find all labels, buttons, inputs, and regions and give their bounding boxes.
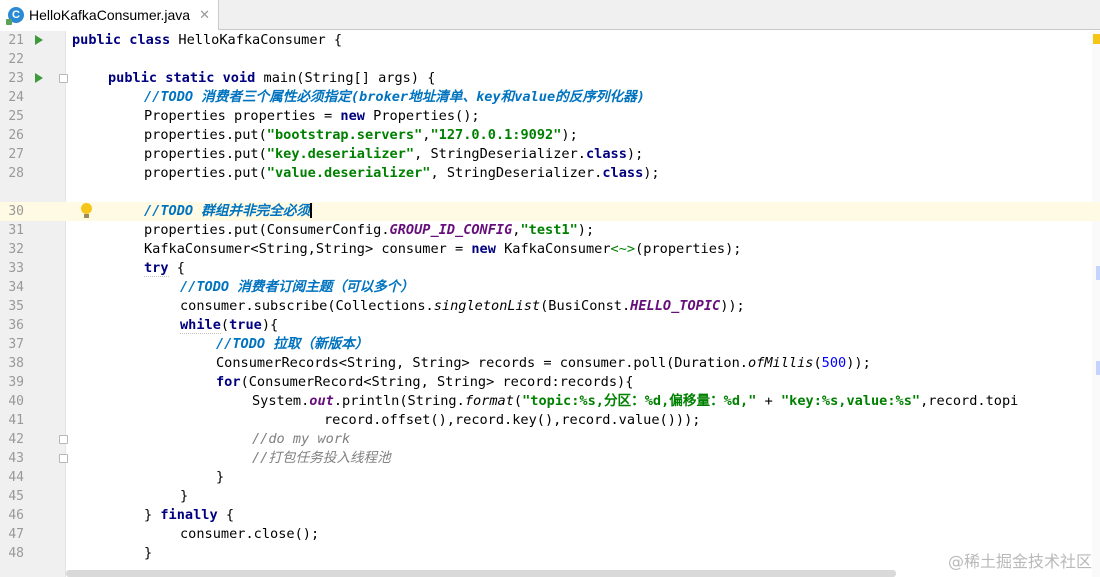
code-text: properties.put("bootstrap.servers","127.… xyxy=(144,127,578,143)
code-line[interactable]: 22 xyxy=(0,50,1100,69)
line-number: 30 xyxy=(8,204,24,219)
code-text: properties.put("key.deserializer", Strin… xyxy=(144,146,644,162)
tab-title: HelloKafkaConsumer.java xyxy=(29,7,191,23)
code-line[interactable]: 48 } xyxy=(0,544,1100,563)
current-code-line[interactable]: 30 //TODO 群组并非完全必须 xyxy=(0,202,1100,221)
comment: //打包任务投入线程池 xyxy=(252,450,391,466)
code-text: } xyxy=(180,488,189,504)
line-number: 23 xyxy=(8,71,24,86)
line-number: 44 xyxy=(8,470,24,485)
code-line[interactable]: 34 //TODO 消费者订阅主题（可以多个） xyxy=(0,278,1100,297)
code-line[interactable]: 36 while(true){ xyxy=(0,316,1100,335)
code-line[interactable]: 47 consumer.close(); xyxy=(0,525,1100,544)
line-number: 31 xyxy=(8,223,24,238)
code-line[interactable] xyxy=(0,183,1100,202)
code-text: consumer.close(); xyxy=(180,526,320,542)
line-number: 25 xyxy=(8,109,24,124)
watermark: @稀土掘金技术社区 xyxy=(947,552,1092,571)
code-text: } xyxy=(144,545,153,561)
code-text: } xyxy=(216,469,225,485)
code-line[interactable]: 31 properties.put(ConsumerConfig.GROUP_I… xyxy=(0,221,1100,240)
line-number: 26 xyxy=(8,128,24,143)
code-text: public class HelloKafkaConsumer { xyxy=(72,32,343,48)
code-line[interactable]: 32 KafkaConsumer<String,String> consumer… xyxy=(0,240,1100,259)
code-text: consumer.subscribe(Collections.singleton… xyxy=(180,298,745,314)
line-number: 41 xyxy=(8,413,24,428)
code-text: while(true){ xyxy=(180,317,279,334)
run-method-icon[interactable] xyxy=(35,73,43,83)
comment: //do my work xyxy=(252,431,351,447)
code-line[interactable]: 28 properties.put("value.deserializer", … xyxy=(0,164,1100,183)
code-text: System.out.println(String.format("topic:… xyxy=(252,393,1019,409)
todo-comment: //TODO 消费者三个属性必须指定(broker地址清单、key和value的… xyxy=(144,89,645,105)
code-line[interactable]: 44 } xyxy=(0,468,1100,487)
line-number: 43 xyxy=(8,451,24,466)
code-line[interactable]: 24 //TODO 消费者三个属性必须指定(broker地址清单、key和val… xyxy=(0,88,1100,107)
line-number: 27 xyxy=(8,147,24,162)
fold-icon[interactable] xyxy=(59,435,68,444)
line-number: 21 xyxy=(8,33,24,48)
code-text: try { xyxy=(144,260,185,277)
tab-hellokafkaconsumer[interactable]: C HelloKafkaConsumer.java ✕ xyxy=(0,0,219,30)
java-class-icon: C xyxy=(6,7,24,25)
code-text: properties.put("value.deserializer", Str… xyxy=(144,165,660,181)
text-cursor xyxy=(310,203,313,218)
line-number: 42 xyxy=(8,432,24,447)
line-number: 22 xyxy=(8,52,24,67)
line-number: 36 xyxy=(8,318,24,333)
close-icon[interactable]: ✕ xyxy=(199,7,210,23)
line-number: 47 xyxy=(8,527,24,542)
todo-comment: //TODO 消费者订阅主题（可以多个） xyxy=(180,279,415,295)
todo-comment: //TODO 群组并非完全必须 xyxy=(144,203,313,219)
line-number: 35 xyxy=(8,299,24,314)
line-number: 38 xyxy=(8,356,24,371)
lightbulb-icon[interactable] xyxy=(80,203,94,220)
line-number: 40 xyxy=(8,394,24,409)
code-line[interactable]: 27 properties.put("key.deserializer", St… xyxy=(0,145,1100,164)
todo-comment: //TODO 拉取（新版本） xyxy=(216,336,369,352)
code-text: Properties properties = new Properties()… xyxy=(144,108,480,124)
code-line[interactable]: 42 //do my work xyxy=(0,430,1100,449)
code-line[interactable]: 23 public static void main(String[] args… xyxy=(0,69,1100,88)
code-editor[interactable]: 21 public class HelloKafkaConsumer { 22 … xyxy=(0,31,1100,577)
line-number: 48 xyxy=(8,546,24,561)
line-number: 39 xyxy=(8,375,24,390)
code-line[interactable]: 37 //TODO 拉取（新版本） xyxy=(0,335,1100,354)
code-text: properties.put(ConsumerConfig.GROUP_ID_C… xyxy=(144,222,595,238)
code-line[interactable]: 26 properties.put("bootstrap.servers","1… xyxy=(0,126,1100,145)
horizontal-scrollbar[interactable] xyxy=(66,570,896,577)
code-line[interactable]: 46 } finally { xyxy=(0,506,1100,525)
code-line[interactable]: 38 ConsumerRecords<String, String> recor… xyxy=(0,354,1100,373)
code-text: ConsumerRecords<String, String> records … xyxy=(216,355,871,371)
line-number: 46 xyxy=(8,508,24,523)
code-line[interactable]: 21 public class HelloKafkaConsumer { xyxy=(0,31,1100,50)
code-line[interactable]: 40 System.out.println(String.format("top… xyxy=(0,392,1100,411)
fold-icon[interactable] xyxy=(59,74,68,83)
run-class-icon[interactable] xyxy=(35,35,43,45)
line-number: 37 xyxy=(8,337,24,352)
fold-icon[interactable] xyxy=(59,454,68,463)
code-text: for(ConsumerRecord<String, String> recor… xyxy=(216,374,634,390)
code-line[interactable]: 45 } xyxy=(0,487,1100,506)
editor-tab-bar: C HelloKafkaConsumer.java ✕ xyxy=(0,0,1100,30)
code-line[interactable]: 43 //打包任务投入线程池 xyxy=(0,449,1100,468)
code-text: } finally { xyxy=(144,507,235,523)
line-number: 45 xyxy=(8,489,24,504)
code-line[interactable]: 25 Properties properties = new Propertie… xyxy=(0,107,1100,126)
code-line[interactable]: 41 record.offset(),record.key(),record.v… xyxy=(0,411,1100,430)
line-number: 32 xyxy=(8,242,24,257)
code-line[interactable]: 35 consumer.subscribe(Collections.single… xyxy=(0,297,1100,316)
code-text: KafkaConsumer<String,String> consumer = … xyxy=(144,241,742,257)
code-text: record.offset(),record.key(),record.valu… xyxy=(324,412,701,428)
code-text: public static void main(String[] args) { xyxy=(108,70,436,86)
line-number: 33 xyxy=(8,261,24,276)
code-line[interactable]: 39 for(ConsumerRecord<String, String> re… xyxy=(0,373,1100,392)
line-number: 34 xyxy=(8,280,24,295)
code-line[interactable]: 33 try { xyxy=(0,259,1100,278)
line-number: 24 xyxy=(8,90,24,105)
line-number: 28 xyxy=(8,166,24,181)
